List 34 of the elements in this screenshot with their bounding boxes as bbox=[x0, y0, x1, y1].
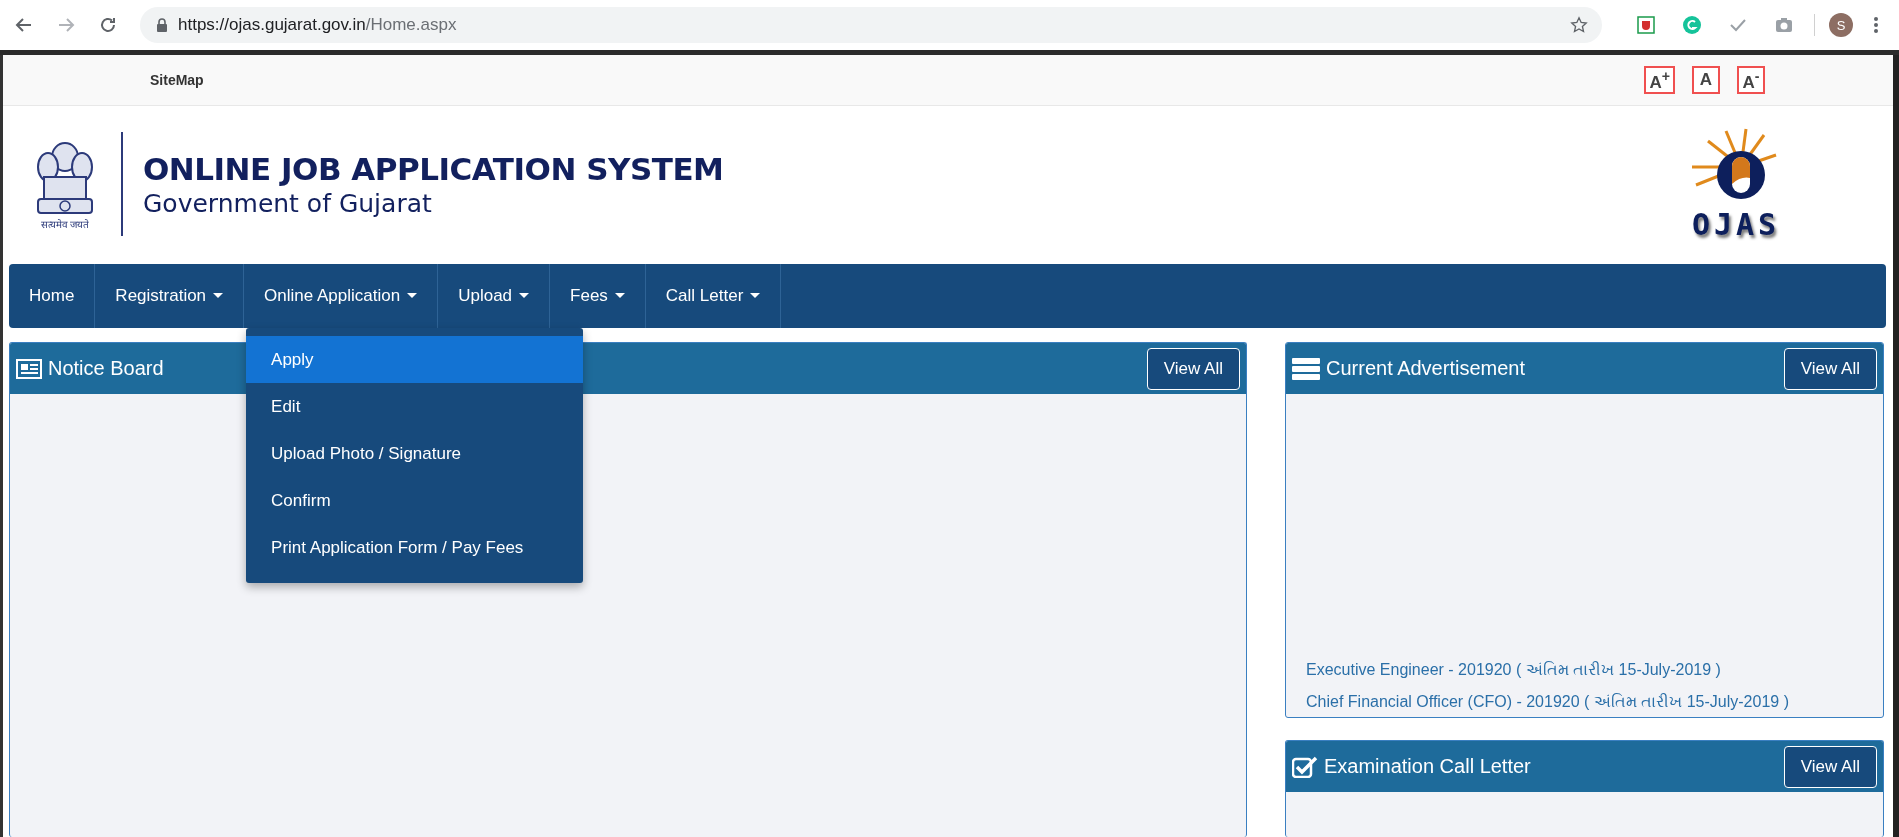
view-all-button[interactable]: View All bbox=[1146, 347, 1240, 390]
dropdown-item[interactable]: Confirm bbox=[246, 477, 584, 524]
panel-title: Current Advertisement bbox=[1326, 357, 1525, 380]
dropdown-item[interactable]: Upload Photo / Signature bbox=[246, 430, 584, 477]
panel-title: Examination Call Letter bbox=[1324, 755, 1531, 778]
nav-menu-item[interactable]: Call Letter bbox=[645, 264, 781, 328]
reload-icon[interactable] bbox=[98, 15, 118, 35]
font-size-button[interactable]: A bbox=[1692, 66, 1720, 94]
panel-title: Notice Board bbox=[48, 357, 164, 380]
star-icon[interactable] bbox=[1570, 16, 1588, 34]
site-title: ONLINE JOB APPLICATION SYSTEM bbox=[143, 150, 724, 187]
dropdown-item[interactable]: Print Application Form / Pay Fees bbox=[246, 524, 584, 571]
nav-menu-item[interactable]: Fees bbox=[550, 264, 645, 328]
address-bar[interactable]: https://ojas.gujarat.gov.in/Home.aspx bbox=[140, 7, 1602, 43]
dropdown-item[interactable]: Edit bbox=[246, 383, 584, 430]
sitemap-link[interactable]: SiteMap bbox=[150, 72, 204, 88]
view-all-button[interactable]: View All bbox=[1783, 347, 1877, 390]
nav-menu-item[interactable]: Registration bbox=[95, 264, 244, 328]
site-subtitle: Government of Gujarat bbox=[143, 188, 433, 218]
font-size-button[interactable]: A$^{-}$ bbox=[1737, 66, 1765, 94]
lock-icon bbox=[156, 18, 168, 32]
advertisement-link[interactable]: Executive Engineer - 201920 ( અંતિમ તારીખ 15-July-2019 ) bbox=[1306, 661, 1863, 679]
profile-avatar[interactable]: S bbox=[1829, 13, 1853, 37]
view-all-button[interactable]: View All bbox=[1783, 745, 1877, 788]
font-size-button[interactable]: A$^{+}$ bbox=[1644, 66, 1675, 94]
nav-menu-item[interactable]: Home bbox=[9, 264, 95, 328]
camera-icon[interactable] bbox=[1774, 15, 1794, 35]
emblem-drawing: सत्यमेव जयते bbox=[25, 137, 105, 231]
advertisement-link[interactable]: Chief Financial Officer (CFO) - 201920 ( અંતિમ તારીખ 15-July-2019 ) bbox=[1306, 693, 1863, 711]
shield-extension-icon[interactable] bbox=[1636, 15, 1656, 35]
dropdown-item[interactable]: Apply bbox=[246, 336, 584, 383]
menu-icon[interactable] bbox=[1873, 15, 1879, 35]
nav-menu-item[interactable]: Upload bbox=[438, 264, 550, 328]
sun-logo-drawing: OJAS bbox=[1686, 126, 1786, 242]
